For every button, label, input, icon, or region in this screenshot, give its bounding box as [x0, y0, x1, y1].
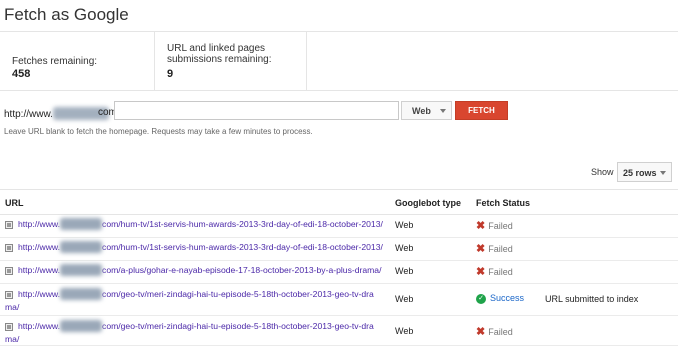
- googlebot-type: Web: [395, 294, 414, 304]
- submissions-remaining-label: URL and linked pages submissions remaini…: [167, 43, 272, 65]
- googlebot-type: Web: [395, 326, 414, 336]
- fetches-remaining-box: Fetches remaining: 458: [0, 32, 155, 90]
- error-x-icon: ✖: [476, 220, 486, 232]
- url-prefix-text: http://www.: [18, 289, 61, 299]
- submission-note: URL submitted to index: [545, 294, 639, 304]
- error-x-icon: ✖: [476, 266, 486, 278]
- url-path-text: com/hum-tv/1st-servis-hum-awards-2013-3r…: [102, 219, 383, 229]
- submissions-remaining-box: URL and linked pages submissions remaini…: [155, 32, 307, 90]
- status-failed: ✖ Failed: [476, 325, 513, 338]
- fetch-hint: Leave URL blank to fetch the homepage. R…: [4, 127, 313, 136]
- table-header: URL Googlebot type Fetch Status: [0, 189, 678, 215]
- status-text: Failed: [488, 221, 513, 231]
- check-circle-icon: ✓: [476, 294, 486, 304]
- url-path-input[interactable]: [114, 101, 399, 120]
- status-text: Failed: [488, 267, 513, 277]
- url-path-continued: ma/: [5, 302, 20, 312]
- page-icon: [5, 221, 13, 229]
- error-x-icon: ✖: [476, 326, 486, 338]
- fetched-url-link[interactable]: http://www. com/a-plus/gohar-e-nayab-epis…: [18, 264, 381, 277]
- submissions-label-line1: URL and linked pages: [167, 43, 266, 54]
- url-path-text: com/geo-tv/meri-zindagi-hai-tu-episode-5…: [102, 321, 374, 331]
- status-failed: ✖ Failed: [476, 219, 513, 232]
- table-row: http://www. com/hum-tv/1st-servis-hum-awa…: [0, 237, 678, 261]
- page-icon: [5, 291, 13, 299]
- url-prefix-text: http://www.: [18, 321, 61, 331]
- rows-per-page-value: 25 rows: [623, 168, 657, 178]
- url-path-text: com/a-plus/gohar-e-nayab-episode-17-18-o…: [102, 265, 382, 275]
- column-header-status[interactable]: Fetch Status: [476, 198, 530, 208]
- page-title: Fetch as Google: [4, 5, 129, 24]
- table-row: http://www. com/hum-tv/1st-servis-hum-awa…: [0, 214, 678, 238]
- redacted-domain: [60, 264, 103, 276]
- submissions-remaining-value: 9: [167, 68, 174, 80]
- fetched-url-link[interactable]: http://www. com/hum-tv/1st-servis-hum-awa…: [18, 218, 383, 231]
- rows-per-page-select[interactable]: 25 rows: [617, 162, 672, 182]
- url-path-text: com/hum-tv/1st-servis-hum-awards-2013-3r…: [102, 242, 383, 252]
- fetch-form: http://www. com/ Web FETCH: [4, 101, 524, 121]
- status-text: Failed: [488, 327, 513, 337]
- table-row: http://www. com/a-plus/gohar-e-nayab-epis…: [0, 260, 678, 284]
- fetch-button[interactable]: FETCH: [455, 101, 508, 120]
- column-header-url[interactable]: URL: [5, 198, 24, 208]
- crawler-type-value: Web: [412, 106, 431, 116]
- status-failed: ✖ Failed: [476, 265, 513, 278]
- url-prefix-text: http://www.: [18, 219, 61, 229]
- quota-stats: Fetches remaining: 458 URL and linked pa…: [0, 31, 678, 91]
- redacted-domain: [60, 320, 103, 332]
- crawler-type-select[interactable]: Web: [401, 101, 452, 120]
- status-text: Success: [490, 293, 525, 303]
- redacted-domain: [60, 288, 103, 300]
- redacted-domain: [60, 241, 103, 253]
- googlebot-type: Web: [395, 266, 414, 276]
- url-path-text: com/geo-tv/meri-zindagi-hai-tu-episode-5…: [102, 289, 374, 299]
- status-failed: ✖ Failed: [476, 242, 513, 255]
- url-path-continued: ma/: [5, 334, 20, 344]
- table-row: http://www. com/geo-tv/meri-zindagi-hai-t…: [0, 283, 678, 316]
- fetched-url-link[interactable]: http://www. com/geo-tv/meri-zindagi-hai-t…: [5, 320, 374, 346]
- url-prefix: http://www.: [4, 107, 109, 120]
- url-prefix-text: http://www.: [18, 242, 61, 252]
- fetches-remaining-value: 458: [12, 68, 31, 80]
- page-icon: [5, 267, 13, 275]
- url-prefix-text: http://www.: [18, 265, 61, 275]
- chevron-down-icon: [440, 109, 446, 113]
- submissions-label-line2: submissions remaining:: [167, 54, 272, 65]
- show-label: Show: [591, 167, 614, 177]
- column-header-type[interactable]: Googlebot type: [395, 198, 461, 208]
- googlebot-type: Web: [395, 243, 414, 253]
- fetched-url-link[interactable]: http://www. com/hum-tv/1st-servis-hum-awa…: [18, 241, 383, 254]
- redacted-domain: [60, 218, 103, 230]
- status-success[interactable]: ✓ Success: [476, 293, 524, 304]
- fetched-url-link[interactable]: http://www. com/geo-tv/meri-zindagi-hai-t…: [5, 288, 374, 314]
- fetches-remaining-label: Fetches remaining:: [12, 56, 98, 67]
- status-text: Failed: [488, 244, 513, 254]
- page-icon: [5, 244, 13, 252]
- error-x-icon: ✖: [476, 243, 486, 255]
- googlebot-type: Web: [395, 220, 414, 230]
- table-row: http://www. com/geo-tv/meri-zindagi-hai-t…: [0, 315, 678, 346]
- page-icon: [5, 323, 13, 331]
- chevron-down-icon: [660, 171, 666, 175]
